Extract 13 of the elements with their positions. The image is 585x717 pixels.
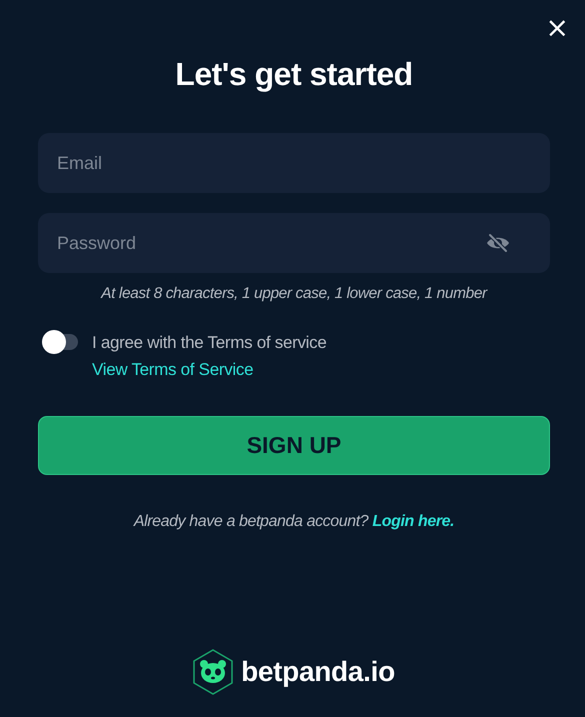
dialog-title: Let's get started (175, 56, 413, 93)
email-field[interactable]: Email (38, 133, 550, 193)
terms-link[interactable]: View Terms of Service (92, 360, 254, 379)
brand-name: betpanda.io (241, 656, 395, 688)
password-field[interactable]: Password (38, 213, 550, 273)
login-link[interactable]: Login here. (372, 513, 454, 530)
panda-logo-icon (193, 649, 234, 695)
eye-off-icon[interactable] (486, 233, 510, 253)
login-prompt: Already have a betpanda account? Login here. (134, 513, 454, 531)
terms-text: I agree with the Terms of service View Terms of Service (92, 332, 328, 381)
password-hint: At least 8 characters, 1 upper case, 1 lower case, 1 number (101, 285, 487, 303)
close-button[interactable]: × (542, 14, 573, 42)
sign-up-button[interactable]: SIGN UP (38, 416, 550, 475)
